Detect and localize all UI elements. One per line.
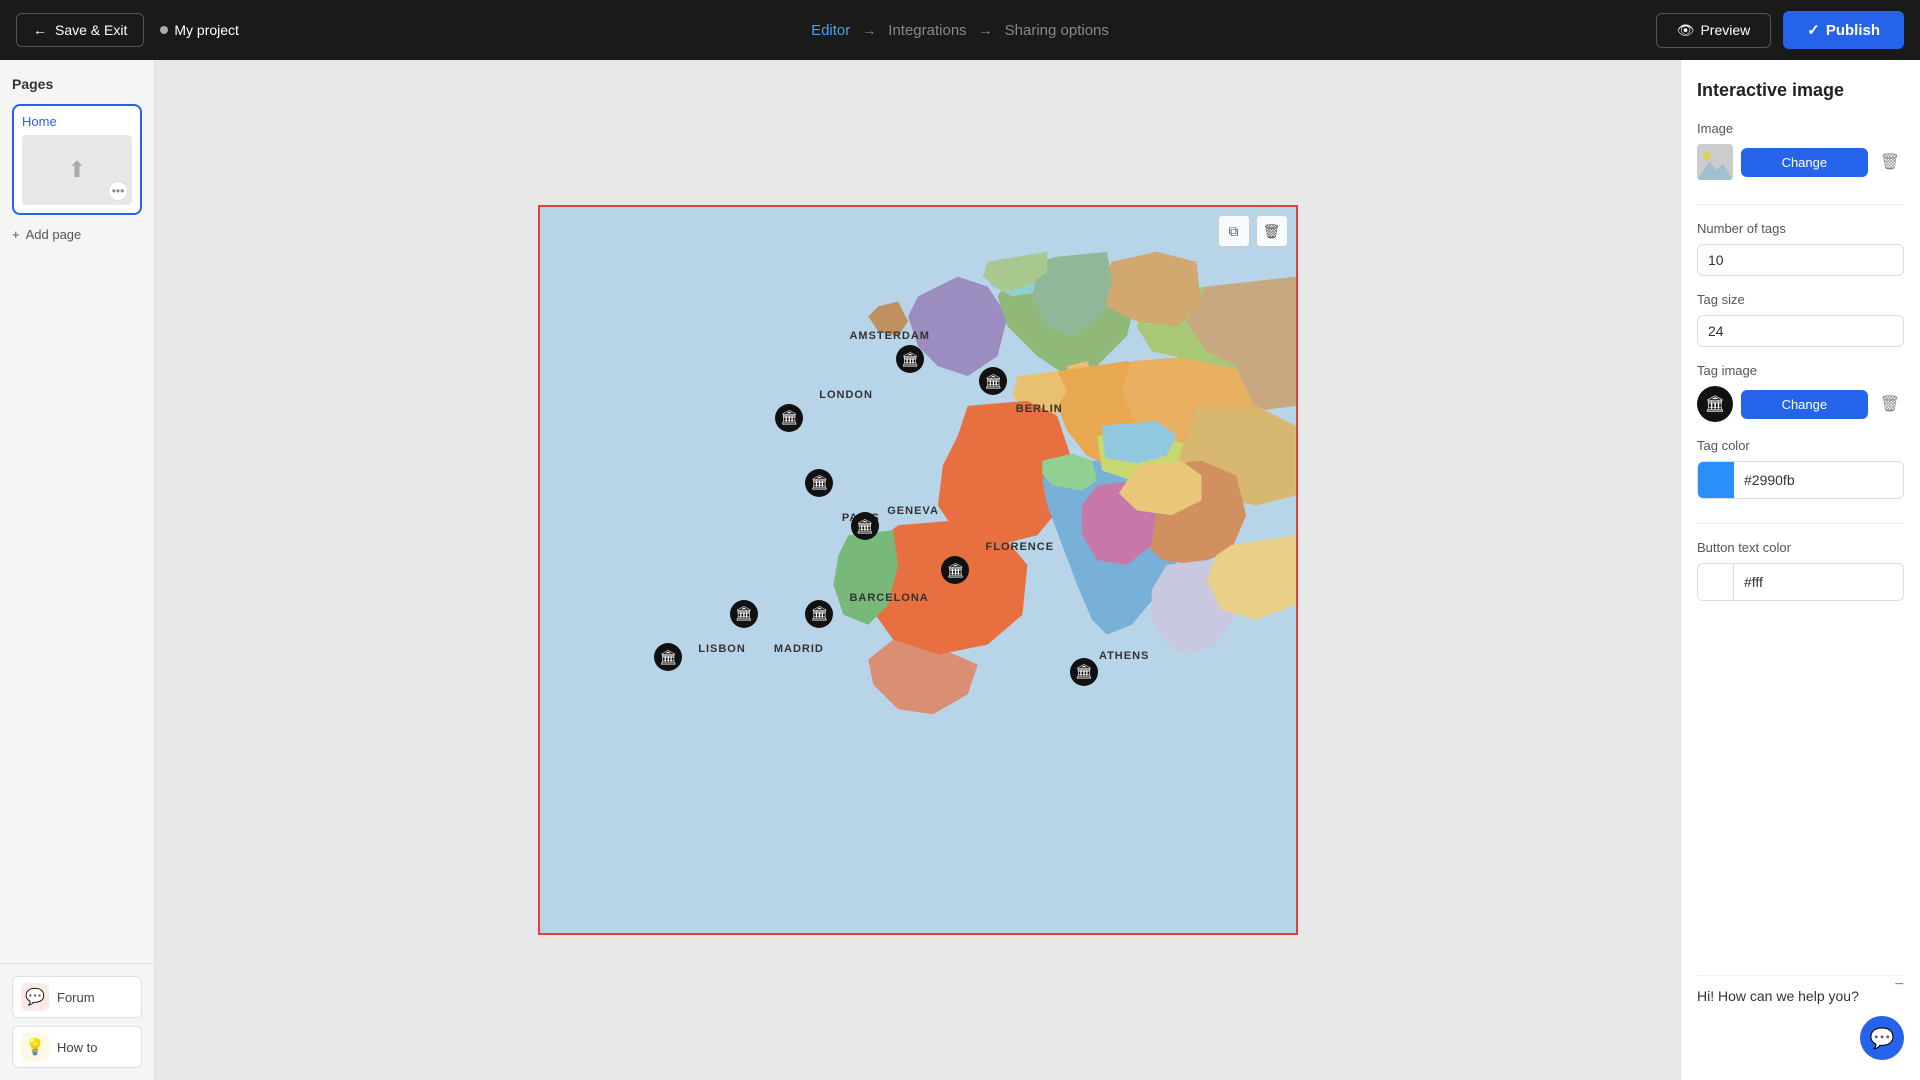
step-editor[interactable]: Editor bbox=[811, 22, 850, 39]
step-integrations[interactable]: Integrations bbox=[888, 22, 966, 39]
tag-image-icon: 🏛 bbox=[1697, 386, 1733, 422]
project-dot bbox=[160, 26, 168, 34]
eye-icon: 👁 bbox=[1677, 22, 1695, 39]
save-exit-button[interactable]: ← Save & Exit bbox=[16, 13, 144, 47]
forum-icon: 💬 bbox=[21, 983, 49, 1011]
howto-icon: 💡 bbox=[21, 1033, 49, 1061]
chat-minimize-button[interactable]: − bbox=[1895, 976, 1904, 994]
add-page-label: Add page bbox=[26, 227, 82, 242]
howto-tool[interactable]: 💡 How to bbox=[12, 1026, 142, 1068]
page-thumb-upload-icon: ⬆ bbox=[68, 157, 86, 183]
tag-image-section: Tag image 🏛 Change 🗑 bbox=[1697, 363, 1904, 422]
tag-color-row bbox=[1697, 461, 1904, 499]
save-exit-label: Save & Exit bbox=[55, 22, 127, 38]
howto-label: How to bbox=[57, 1040, 97, 1055]
num-tags-input[interactable] bbox=[1697, 244, 1904, 276]
step-sharing[interactable]: Sharing options bbox=[1005, 22, 1109, 39]
back-arrow-icon: ← bbox=[33, 22, 47, 38]
btn-text-color-row bbox=[1697, 563, 1904, 601]
sidebar-bottom: 💬 Forum 💡 How to bbox=[0, 963, 154, 1080]
tag-color-swatch[interactable] bbox=[1698, 462, 1734, 498]
delete-canvas-button[interactable]: 🗑 bbox=[1256, 215, 1288, 247]
divider-1 bbox=[1697, 204, 1904, 205]
check-icon: ✓ bbox=[1807, 21, 1820, 39]
delete-tag-image-button[interactable]: 🗑 bbox=[1876, 390, 1904, 418]
tag-color-input[interactable] bbox=[1734, 465, 1904, 495]
divider-2 bbox=[1697, 523, 1904, 524]
delete-image-button[interactable]: 🗑 bbox=[1876, 148, 1904, 176]
preview-label: Preview bbox=[1700, 22, 1750, 38]
num-tags-section: Number of tags bbox=[1697, 221, 1904, 276]
publish-button[interactable]: ✓ Publish bbox=[1783, 11, 1904, 49]
publish-label: Publish bbox=[1826, 22, 1880, 39]
btn-text-color-swatch[interactable] bbox=[1698, 564, 1734, 600]
change-image-button[interactable]: Change bbox=[1741, 148, 1868, 177]
nav-right-actions: 👁 Preview ✓ Publish bbox=[1656, 11, 1904, 49]
tag-image-row: 🏛 Change 🗑 bbox=[1697, 386, 1904, 422]
main-layout: Pages Home ⬆ ••• + Add page 💬 Forum 💡 Ho… bbox=[0, 60, 1920, 1080]
image-thumbnail bbox=[1697, 144, 1733, 180]
chat-text: Hi! How can we help you? bbox=[1697, 988, 1904, 1004]
page-options-button[interactable]: ••• bbox=[108, 181, 128, 201]
tag-size-label: Tag size bbox=[1697, 292, 1904, 307]
btn-text-color-input[interactable] bbox=[1734, 567, 1904, 597]
btn-text-color-section: Button text color bbox=[1697, 540, 1904, 601]
home-page-label: Home bbox=[22, 114, 132, 129]
right-panel: Interactive image Image Change 🗑 Number … bbox=[1680, 60, 1920, 1080]
image-section: Image Change 🗑 bbox=[1697, 121, 1904, 180]
europe-map bbox=[540, 207, 1296, 933]
canvas-frame[interactable]: ⧉ 🗑 bbox=[538, 205, 1298, 935]
tag-image-label: Tag image bbox=[1697, 363, 1904, 378]
project-name: My project bbox=[160, 22, 239, 38]
top-nav: ← Save & Exit My project Editor → Integr… bbox=[0, 0, 1920, 60]
chat-fab-button[interactable]: 💬 bbox=[1860, 1016, 1904, 1060]
forum-tool[interactable]: 💬 Forum bbox=[12, 976, 142, 1018]
arrow-2: → bbox=[979, 22, 993, 38]
panel-title: Interactive image bbox=[1697, 80, 1904, 101]
btn-text-color-label: Button text color bbox=[1697, 540, 1904, 555]
nav-steps: Editor → Integrations → Sharing options bbox=[811, 22, 1109, 39]
sidebar-top: Pages Home ⬆ ••• + Add page bbox=[0, 60, 154, 963]
num-tags-label: Number of tags bbox=[1697, 221, 1904, 236]
chat-area: − Hi! How can we help you? 💬 bbox=[1697, 975, 1904, 1060]
sidebar: Pages Home ⬆ ••• + Add page 💬 Forum 💡 Ho… bbox=[0, 60, 155, 1080]
change-tag-image-button[interactable]: Change bbox=[1741, 390, 1868, 419]
plus-icon: + bbox=[12, 227, 20, 242]
home-page-card[interactable]: Home ⬆ ••• bbox=[12, 104, 142, 215]
image-label: Image bbox=[1697, 121, 1904, 136]
canvas-controls: ⧉ 🗑 bbox=[1218, 215, 1288, 247]
image-row: Change 🗑 bbox=[1697, 144, 1904, 180]
tag-color-section: Tag color bbox=[1697, 438, 1904, 499]
tag-size-input[interactable] bbox=[1697, 315, 1904, 347]
chat-fab-icon: 💬 bbox=[1870, 1026, 1895, 1051]
pages-title: Pages bbox=[12, 76, 142, 92]
forum-label: Forum bbox=[57, 990, 95, 1005]
tag-size-section: Tag size bbox=[1697, 292, 1904, 347]
page-thumbnail: ⬆ ••• bbox=[22, 135, 132, 205]
arrow-1: → bbox=[862, 22, 876, 38]
preview-button[interactable]: 👁 Preview bbox=[1656, 13, 1772, 48]
canvas-area: ⧉ 🗑 bbox=[155, 60, 1680, 1080]
tag-color-label: Tag color bbox=[1697, 438, 1904, 453]
duplicate-canvas-button[interactable]: ⧉ bbox=[1218, 215, 1250, 247]
add-page-button[interactable]: + Add page bbox=[12, 223, 142, 246]
